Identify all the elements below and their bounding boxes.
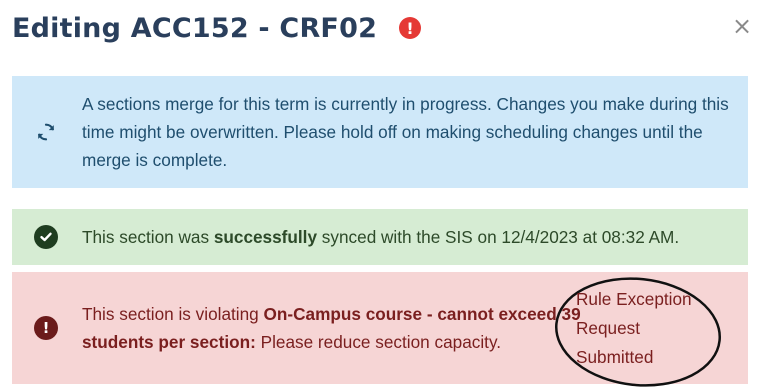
annotation-line-3: Submitted [576,347,654,367]
sync-text-after: synced with the SIS on 12/4/2023 at 08:3… [317,227,680,247]
annotation-line-2: Request [576,318,641,338]
annotation-line-1: Rule Exception [576,289,692,309]
sync-success-alert: This section was successfully synced wit… [12,209,748,265]
rule-exception-annotation: Rule Exception Request Submitted [576,285,716,372]
page-title: Editing ACC152 - CRF02 [12,12,378,44]
close-button[interactable]: × [730,12,754,40]
violation-message: This section is violating On-Campus cour… [82,300,582,356]
dialog-header: Editing ACC152 - CRF02 ! [12,8,422,48]
check-circle-icon [34,225,58,249]
merge-in-progress-alert: A sections merge for this term is curren… [12,76,748,188]
violation-text-after: Please reduce section capacity. [255,332,502,352]
error-alert-icon: ! [399,17,422,39]
sync-text-before: This section was [82,227,214,247]
exclamation-circle-icon: ! [34,316,58,340]
sync-status-bold: successfully [213,227,318,247]
sync-icon [34,120,58,144]
violation-text-before: This section is violating [82,304,264,324]
sync-message: This section was successfully synced wit… [82,223,742,251]
merge-message: A sections merge for this term is curren… [82,94,729,170]
